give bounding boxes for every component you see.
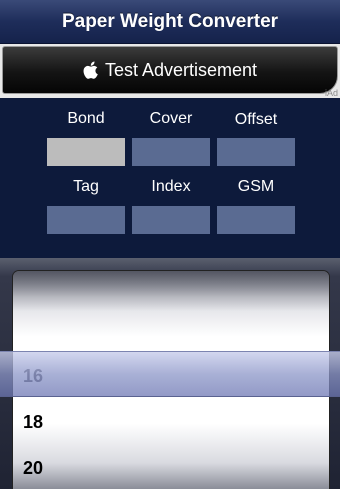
picker-shade <box>13 271 329 311</box>
title-bar: Paper Weight Converter <box>0 0 340 44</box>
cover-field[interactable] <box>132 138 210 166</box>
offset-label: Offset <box>234 111 278 128</box>
picker-row[interactable]: 18 <box>23 412 43 433</box>
picker-selection-band <box>0 351 340 397</box>
unit-fields: Bond Cover Offset Tag Index GSM <box>0 98 340 258</box>
gsm-field[interactable] <box>217 206 295 234</box>
ad-banner[interactable]: Test Advertisement <box>2 46 338 94</box>
gsm-label: GSM <box>237 178 275 195</box>
tag-label: Tag <box>73 178 99 195</box>
cover-label: Cover <box>149 110 193 127</box>
iad-label: iAd <box>324 88 338 98</box>
index-field[interactable] <box>132 206 210 234</box>
offset-field[interactable] <box>217 138 295 166</box>
picker-row[interactable]: 20 <box>23 458 43 479</box>
page-title: Paper Weight Converter <box>61 10 279 32</box>
bond-label: Bond <box>67 110 105 127</box>
apple-logo-icon <box>83 61 99 79</box>
index-label: Index <box>151 178 191 195</box>
ad-container: Test Advertisement iAd <box>0 44 340 98</box>
ad-text: Test Advertisement <box>104 59 258 80</box>
tag-field[interactable] <box>47 206 125 234</box>
bond-field[interactable] <box>47 138 125 166</box>
